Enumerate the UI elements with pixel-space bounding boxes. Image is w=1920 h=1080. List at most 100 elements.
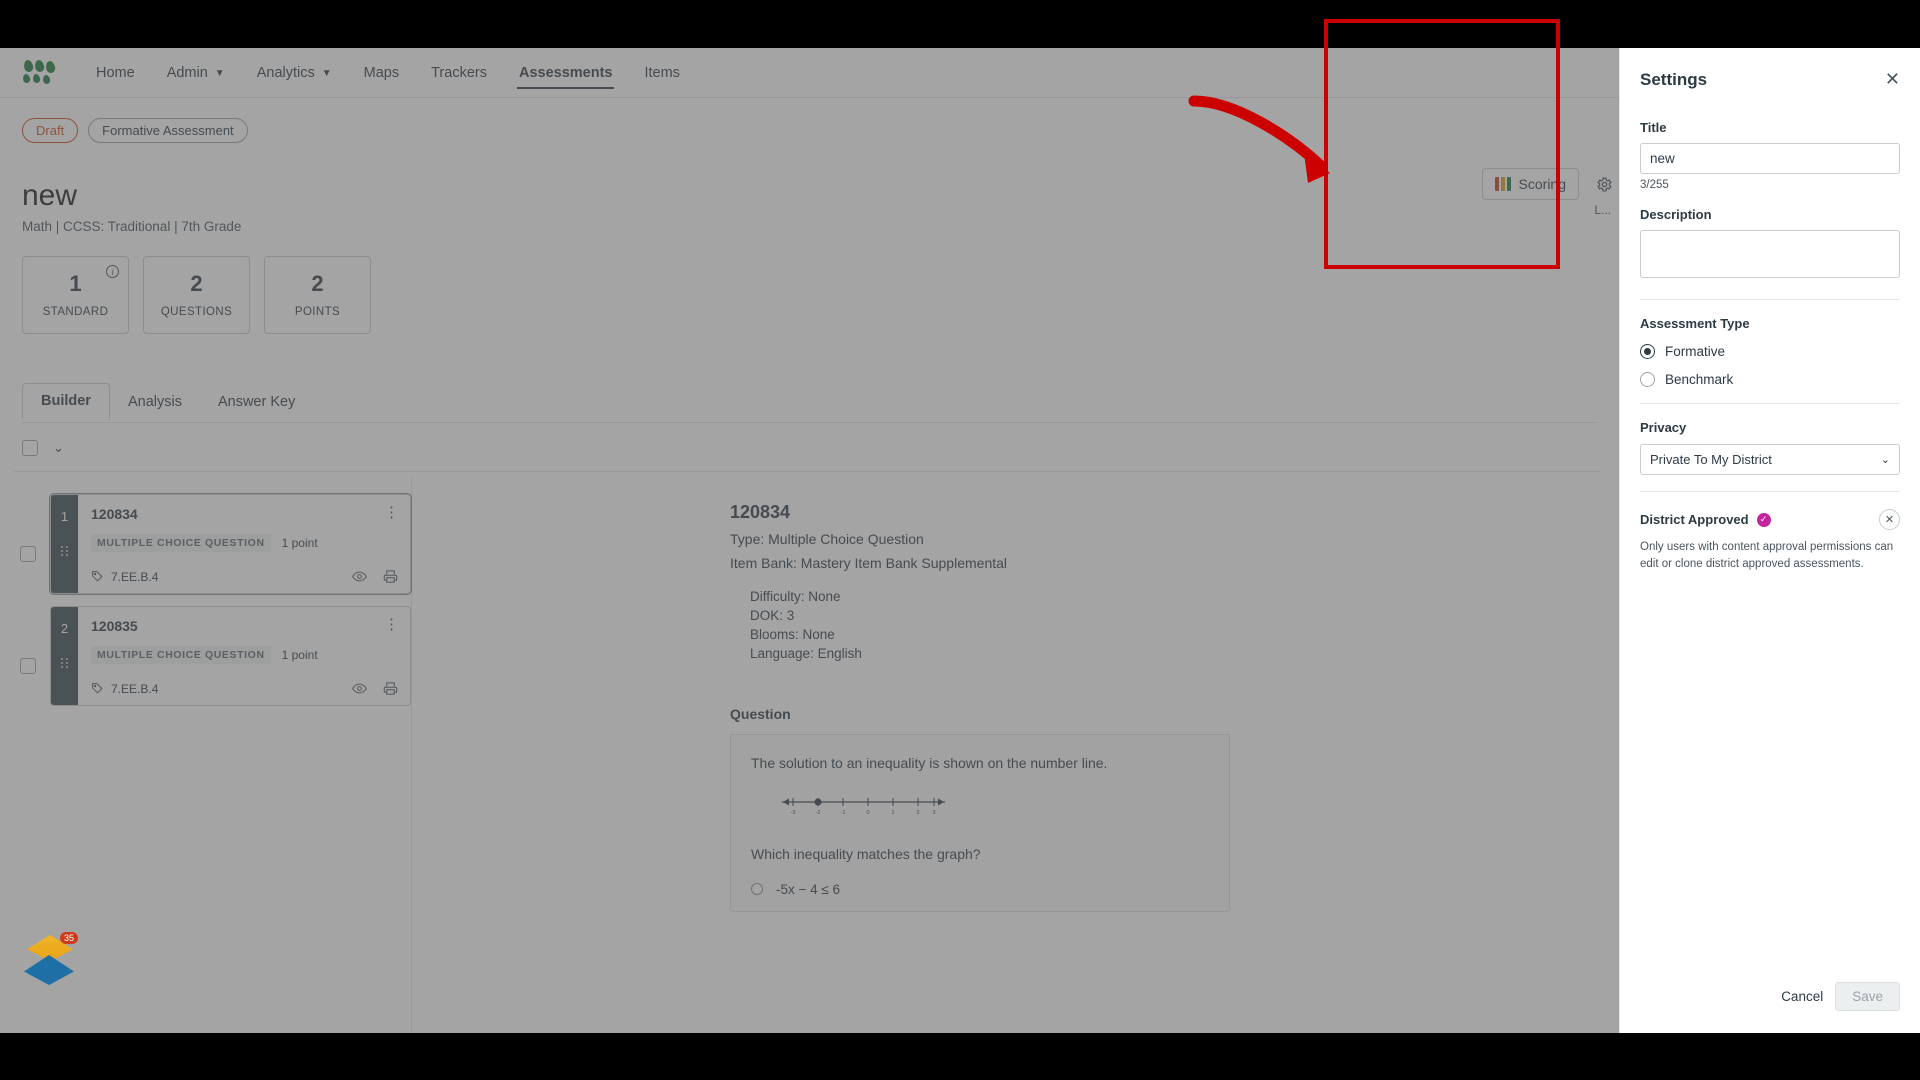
radio-icon[interactable] <box>1640 372 1655 387</box>
question-number-handle[interactable]: 2 <box>51 607 78 705</box>
question-action-icons <box>352 681 398 696</box>
help-widget[interactable]: 35 <box>24 932 80 991</box>
preview-question-label: Question <box>730 705 791 722</box>
stat-label: STANDARD <box>42 305 109 318</box>
question-menu-icon[interactable]: ⋮ <box>384 505 400 520</box>
privacy-selected-value: Private To My District <box>1650 452 1772 467</box>
assessment-subtitle: Math | CCSS: Traditional | 7th Grade <box>22 219 242 234</box>
district-approved-label: District Approved <box>1640 512 1749 527</box>
select-all-checkbox[interactable] <box>22 440 38 456</box>
tab-builder[interactable]: Builder <box>22 383 110 419</box>
stat-cards: i 1 STANDARD 2 QUESTIONS 2 POINTS <box>22 256 1597 334</box>
scoring-button[interactable]: Scoring <box>1481 168 1579 200</box>
help-diamond-bottom-icon <box>24 955 74 985</box>
question-checkbox[interactable] <box>20 546 36 562</box>
question-number-handle[interactable]: 1 <box>51 495 78 593</box>
standard-tag[interactable]: 7.EE.B.4 <box>91 682 158 696</box>
question-card[interactable]: 1 ⋮ 120834 MULTIPLE CHOICE QUESTION 1 po… <box>50 494 411 594</box>
gear-icon[interactable] <box>1589 169 1619 199</box>
preview-dok: DOK: 3 <box>750 608 795 624</box>
badge-row: Draft Formative Assessment <box>22 118 1597 143</box>
tab-analysis[interactable]: Analysis <box>110 385 200 419</box>
standard-tag[interactable]: 7.EE.B.4 <box>91 570 158 584</box>
info-icon[interactable]: i <box>106 265 119 278</box>
privacy-label: Privacy <box>1640 420 1687 435</box>
nav-item-home[interactable]: Home <box>80 48 151 98</box>
drag-handle-icon[interactable] <box>61 546 68 556</box>
question-body: ⋮ 120834 MULTIPLE CHOICE QUESTION 1 poin… <box>78 495 410 593</box>
question-type-badge: MULTIPLE CHOICE QUESTION <box>91 646 271 664</box>
preview-eye-icon <box>352 683 367 694</box>
settings-title: Settings <box>1640 70 1708 89</box>
close-icon[interactable]: ✕ <box>1885 70 1900 88</box>
privacy-select[interactable]: Private To My District ⌄ <box>1640 444 1900 475</box>
svg-text:1: 1 <box>891 810 894 816</box>
stat-card-points[interactable]: 2 POINTS <box>264 256 371 334</box>
question-card[interactable]: 2 ⋮ 120835 MULTIPLE CHOICE QUESTION 1 po… <box>50 606 411 706</box>
nav-item-analytics[interactable]: Analytics ▼ <box>241 48 348 98</box>
question-type-badge: MULTIPLE CHOICE QUESTION <box>91 534 271 552</box>
nav-item-items[interactable]: Items <box>628 48 695 98</box>
nav-item-maps[interactable]: Maps <box>348 48 415 98</box>
nav-label: Admin <box>166 64 208 81</box>
scoring-bars-icon <box>1494 177 1511 191</box>
question-menu-icon[interactable]: ⋮ <box>384 617 400 632</box>
question-body: ⋮ 120835 MULTIPLE CHOICE QUESTION 1 poin… <box>78 607 410 705</box>
settings-footer: Cancel Save <box>1620 966 1920 1033</box>
radio-option-benchmark[interactable]: Benchmark <box>1640 372 1900 387</box>
divider <box>14 471 1599 472</box>
print-icon <box>383 682 398 695</box>
nav-label: Assessments <box>518 64 613 81</box>
title-character-counter: 3/255 <box>1640 179 1669 191</box>
stat-label: QUESTIONS <box>160 305 233 318</box>
preview-choice[interactable]: -5x − 4 ≤ 6 <box>751 882 1209 897</box>
remove-district-approved-button[interactable]: ✕ <box>1879 509 1900 530</box>
illuminate-logo[interactable] <box>22 58 57 86</box>
drag-handle-icon[interactable] <box>61 658 68 668</box>
question-points: 1 point <box>281 536 318 550</box>
cancel-button[interactable]: Cancel <box>1781 989 1823 1004</box>
assessment-type-label: Assessment Type <box>1640 316 1750 331</box>
question-number: 2 <box>60 621 69 636</box>
divider <box>1640 299 1900 300</box>
question-row: 2 ⋮ 120835 MULTIPLE CHOICE QUESTION 1 po… <box>14 606 411 706</box>
stat-value: 2 <box>190 270 203 296</box>
title-input[interactable] <box>1640 143 1900 174</box>
question-id: 120835 <box>91 618 138 634</box>
preview-blooms: Blooms: None <box>750 627 835 643</box>
settings-header: Settings ✕ <box>1620 48 1920 104</box>
stat-value: 2 <box>311 270 324 296</box>
preview-question-id: 120834 <box>730 502 791 522</box>
nav-item-assessments[interactable]: Assessments <box>503 48 629 98</box>
verified-check-icon: ✓ <box>1756 512 1771 527</box>
stat-value: 1 <box>69 270 82 296</box>
tab-answer-key[interactable]: Answer Key <box>200 385 313 419</box>
stat-card-standard[interactable]: i 1 STANDARD <box>22 256 129 334</box>
preview-stem: The solution to an inequality is shown o… <box>751 754 1108 771</box>
preview-item-bank: Item Bank: Mastery Item Bank Supplementa… <box>730 555 1008 571</box>
save-button[interactable]: Save <box>1835 982 1900 1011</box>
description-textarea[interactable] <box>1640 230 1900 278</box>
svg-text:3: 3 <box>932 810 935 816</box>
chevron-down-icon[interactable]: ⌄ <box>53 440 64 456</box>
svg-text:-3: -3 <box>791 810 796 816</box>
divider <box>1640 491 1900 492</box>
settings-body: Title 3/255 Description Assessment Type … <box>1620 104 1920 966</box>
preview-eye-icon <box>352 571 367 582</box>
stat-card-questions[interactable]: 2 QUESTIONS <box>143 256 250 334</box>
nav-item-admin[interactable]: Admin ▼ <box>151 48 241 98</box>
radio-icon-selected[interactable] <box>1640 344 1655 359</box>
nav-item-trackers[interactable]: Trackers <box>415 48 503 98</box>
standard-code: 7.EE.B.4 <box>111 569 159 584</box>
question-footer: 7.EE.B.4 <box>91 569 398 584</box>
radio-icon[interactable] <box>751 883 763 896</box>
radio-label: Formative <box>1665 344 1726 359</box>
radio-option-formative[interactable]: Formative <box>1640 344 1900 359</box>
question-action-icons <box>352 569 398 584</box>
question-checkbox[interactable] <box>20 658 36 674</box>
nav-label: Items <box>644 64 680 81</box>
number-line-graphic: -3 -2 -1 0 1 2 3 <box>782 797 945 816</box>
tab-label: Answer Key <box>217 394 296 410</box>
divider <box>1640 403 1900 404</box>
app-page: Home Admin ▼ Analytics ▼ Maps Trackers A… <box>0 48 1920 1033</box>
